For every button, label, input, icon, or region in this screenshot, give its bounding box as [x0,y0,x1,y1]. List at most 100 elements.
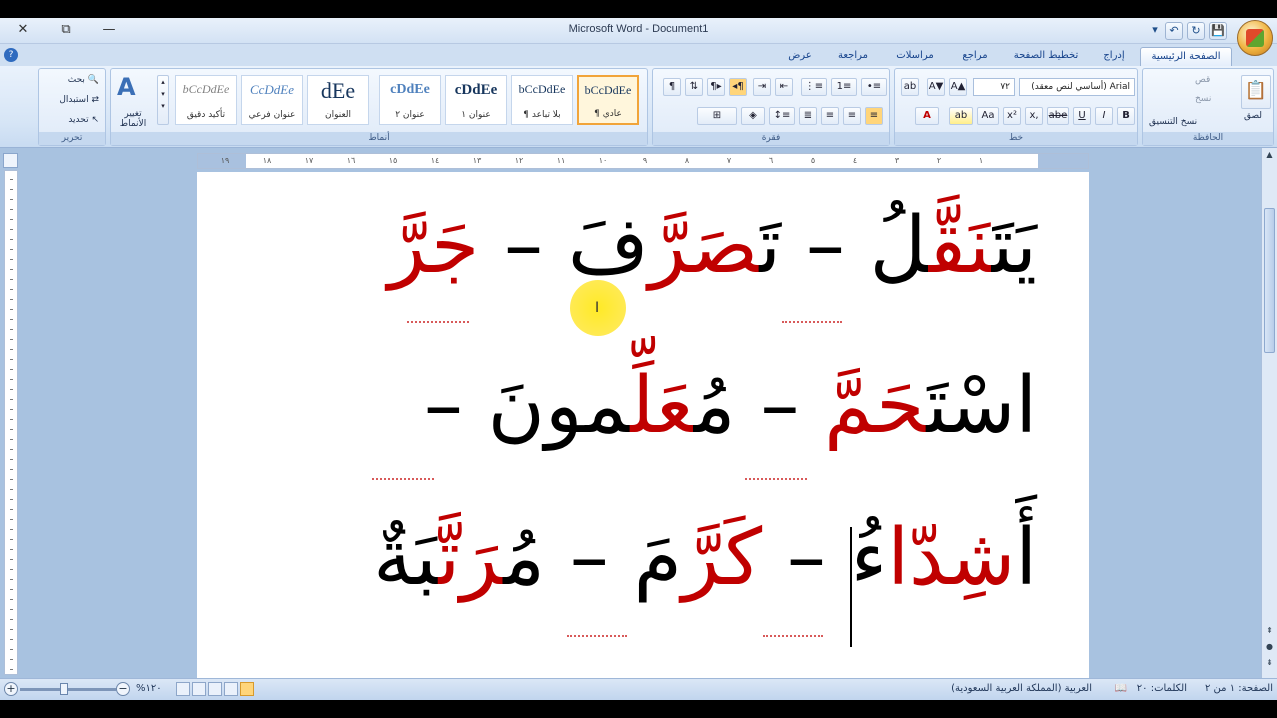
bold-button[interactable]: B [1117,107,1135,125]
show-marks-button[interactable]: ¶ [663,78,681,96]
select-button[interactable]: تحديد ↖ [68,115,99,125]
italic-button[interactable]: I [1095,107,1113,125]
zoom-slider[interactable] [20,688,116,691]
tab-review[interactable]: مراجعة [826,47,880,66]
vruler-tick [10,449,13,450]
text-line-3[interactable]: أَشِدّاءُ – كَرَّمَ – مُرَتَّبَةٌ [373,513,1037,603]
text-run: حَمَّ [824,361,927,451]
style-no-spacing[interactable]: bCcDdEe ¶ بلا تباعد [511,75,573,125]
style-title[interactable]: dEe العنوان [307,75,369,125]
justify-button[interactable]: ≣ [799,107,817,125]
change-styles-button[interactable]: تغيير الأنماط [113,109,153,129]
office-button[interactable] [1237,20,1273,56]
horizontal-ruler[interactable]: ١٩ ١٨ ١٧ ١٦ ١٥ ١٤ ١٣ ١٢ ١١ ١٠ ٩ ٨ ٧ ٦ ٥ ٤ ٣ ٢ ١ [197,153,1089,169]
shading-button[interactable]: ◈ [741,107,765,125]
ruler-tick-label: ١ [978,156,984,165]
copy-button[interactable]: نسخ [1195,94,1211,104]
style-normal[interactable]: bCcDdEe ¶ عادي [577,75,639,125]
undo-button[interactable]: ↶ [1165,22,1183,40]
tab-view[interactable]: عرض [778,47,822,66]
ltr-direction-button[interactable]: ¶▸ [707,78,725,96]
text-run: بَةٌ [373,513,439,603]
ruler-toggle-button[interactable] [3,153,18,168]
font-size-combo[interactable]: ٧٢ [973,78,1015,96]
scroll-up-icon[interactable]: ▲ [1264,150,1275,162]
proofing-icon[interactable]: 📖 [1115,683,1127,694]
borders-button[interactable]: ⊞ [697,107,737,125]
help-icon[interactable]: ? [4,48,18,62]
scrollbar-thumb[interactable] [1264,208,1275,353]
highlight-color-button[interactable]: ab [949,107,973,125]
tab-mailings[interactable]: مراسلات [884,47,946,66]
change-styles-icon[interactable]: A [117,73,136,101]
language-indicator[interactable]: العربية (المملكة العربية السعودية) [951,683,1092,694]
tab-references[interactable]: مراجع [950,47,1000,66]
underline-button[interactable]: U [1073,107,1091,125]
page-count[interactable]: الصفحة: ١ من ٢ [1205,683,1273,694]
align-left-button[interactable]: ≡ [821,107,839,125]
decrease-indent-button[interactable]: ⇤ [775,78,793,96]
view-print-layout-button[interactable] [240,682,254,696]
format-painter-button[interactable]: نسخ التنسيق [1149,117,1197,127]
multilevel-list-button[interactable]: ⋮≡ [801,78,827,96]
style-heading-2[interactable]: cDdEe عنوان ٢ [379,75,441,125]
text-run: نَقَّ [928,201,992,291]
redo-button[interactable]: ↻ [1187,22,1205,40]
ruler-tick-label: ١٠ [598,156,608,165]
zoom-level[interactable]: ١٢٠% [136,683,162,694]
bullets-button[interactable]: •≡ [861,78,887,96]
tab-home[interactable]: الصفحة الرئيسية [1140,47,1232,66]
strikethrough-button[interactable]: abe [1047,107,1069,125]
text-run: رَتَّ [438,513,504,603]
vertical-scrollbar[interactable]: ▲ ⇞ ● ⇟ [1261,148,1277,678]
style-name: عنوان ٢ [395,110,425,120]
tab-insert[interactable]: إدراج [1092,47,1136,66]
select-label: تحديد [68,115,89,125]
view-web-button[interactable] [208,682,222,696]
style-subtitle[interactable]: CcDdEe عنوان فرعي [241,75,303,125]
replace-button[interactable]: استبدال ⇄ [59,95,99,105]
align-right-button[interactable]: ≡ [865,107,883,125]
vertical-ruler[interactable] [4,170,18,675]
browse-object-icon[interactable]: ● [1264,642,1275,654]
next-page-icon[interactable]: ⇟ [1264,658,1275,670]
font-name-combo[interactable]: Arial (أساسي لنص معقد) [1019,78,1135,96]
zoom-in-button[interactable]: + [4,682,18,696]
ruler-tick-label: ٢ [936,156,942,165]
view-draft-button[interactable] [176,682,190,696]
zoom-slider-knob[interactable] [60,683,68,695]
numbering-button[interactable]: 1≡ [831,78,857,96]
rtl-direction-button[interactable]: ◂¶ [729,78,747,96]
text-line-1[interactable]: يَتَنَقَّلُ – تَصَرَّفَ – جَرَّ [388,201,1037,291]
superscript-button[interactable]: x² [1003,107,1021,125]
font-color-button[interactable]: A [915,107,939,125]
subscript-button[interactable]: x, [1025,107,1043,125]
paste-button[interactable]: لصق [1244,111,1262,121]
view-outline-button[interactable] [192,682,206,696]
find-button[interactable]: بحث 🔍 [68,75,99,85]
qat-customize-button[interactable]: ▾ [1149,22,1161,40]
paste-icon[interactable]: 📋 [1241,75,1271,109]
vruler-tick [10,219,13,220]
document-page[interactable]: يَتَنَقَّلُ – تَصَرَّفَ – جَرَّ اسْتَحَم… [197,172,1089,678]
style-subtle-emphasis[interactable]: bCcDdEe تأكيد دقيق [175,75,237,125]
styles-scroll-more-icon[interactable]: ▴ ▾ ▾ [157,75,169,125]
view-reading-button[interactable] [224,682,238,696]
save-button[interactable]: 💾 [1209,22,1227,40]
clear-formatting-button[interactable]: ab [901,78,919,96]
center-button[interactable]: ≡ [843,107,861,125]
zoom-out-button[interactable]: − [116,682,130,696]
shrink-font-button[interactable]: A▼ [927,78,945,96]
line-spacing-button[interactable]: ↕≡ [769,107,795,125]
word-count[interactable]: الكلمات: ٢٠ [1137,683,1187,694]
tab-page-layout[interactable]: تخطيط الصفحة [1004,47,1088,66]
sort-button[interactable]: ⇅ [685,78,703,96]
grow-font-button[interactable]: A▲ [949,78,967,96]
change-case-button[interactable]: Aa [977,107,999,125]
cut-button[interactable]: قص [1195,75,1210,85]
vruler-tick [10,369,13,370]
increase-indent-button[interactable]: ⇥ [753,78,771,96]
prev-page-icon[interactable]: ⇞ [1264,626,1275,638]
style-heading-1[interactable]: cDdEe عنوان ١ [445,75,507,125]
text-line-2[interactable]: اسْتَحَمَّ – مُعَلِّمونَ – [424,361,1037,451]
